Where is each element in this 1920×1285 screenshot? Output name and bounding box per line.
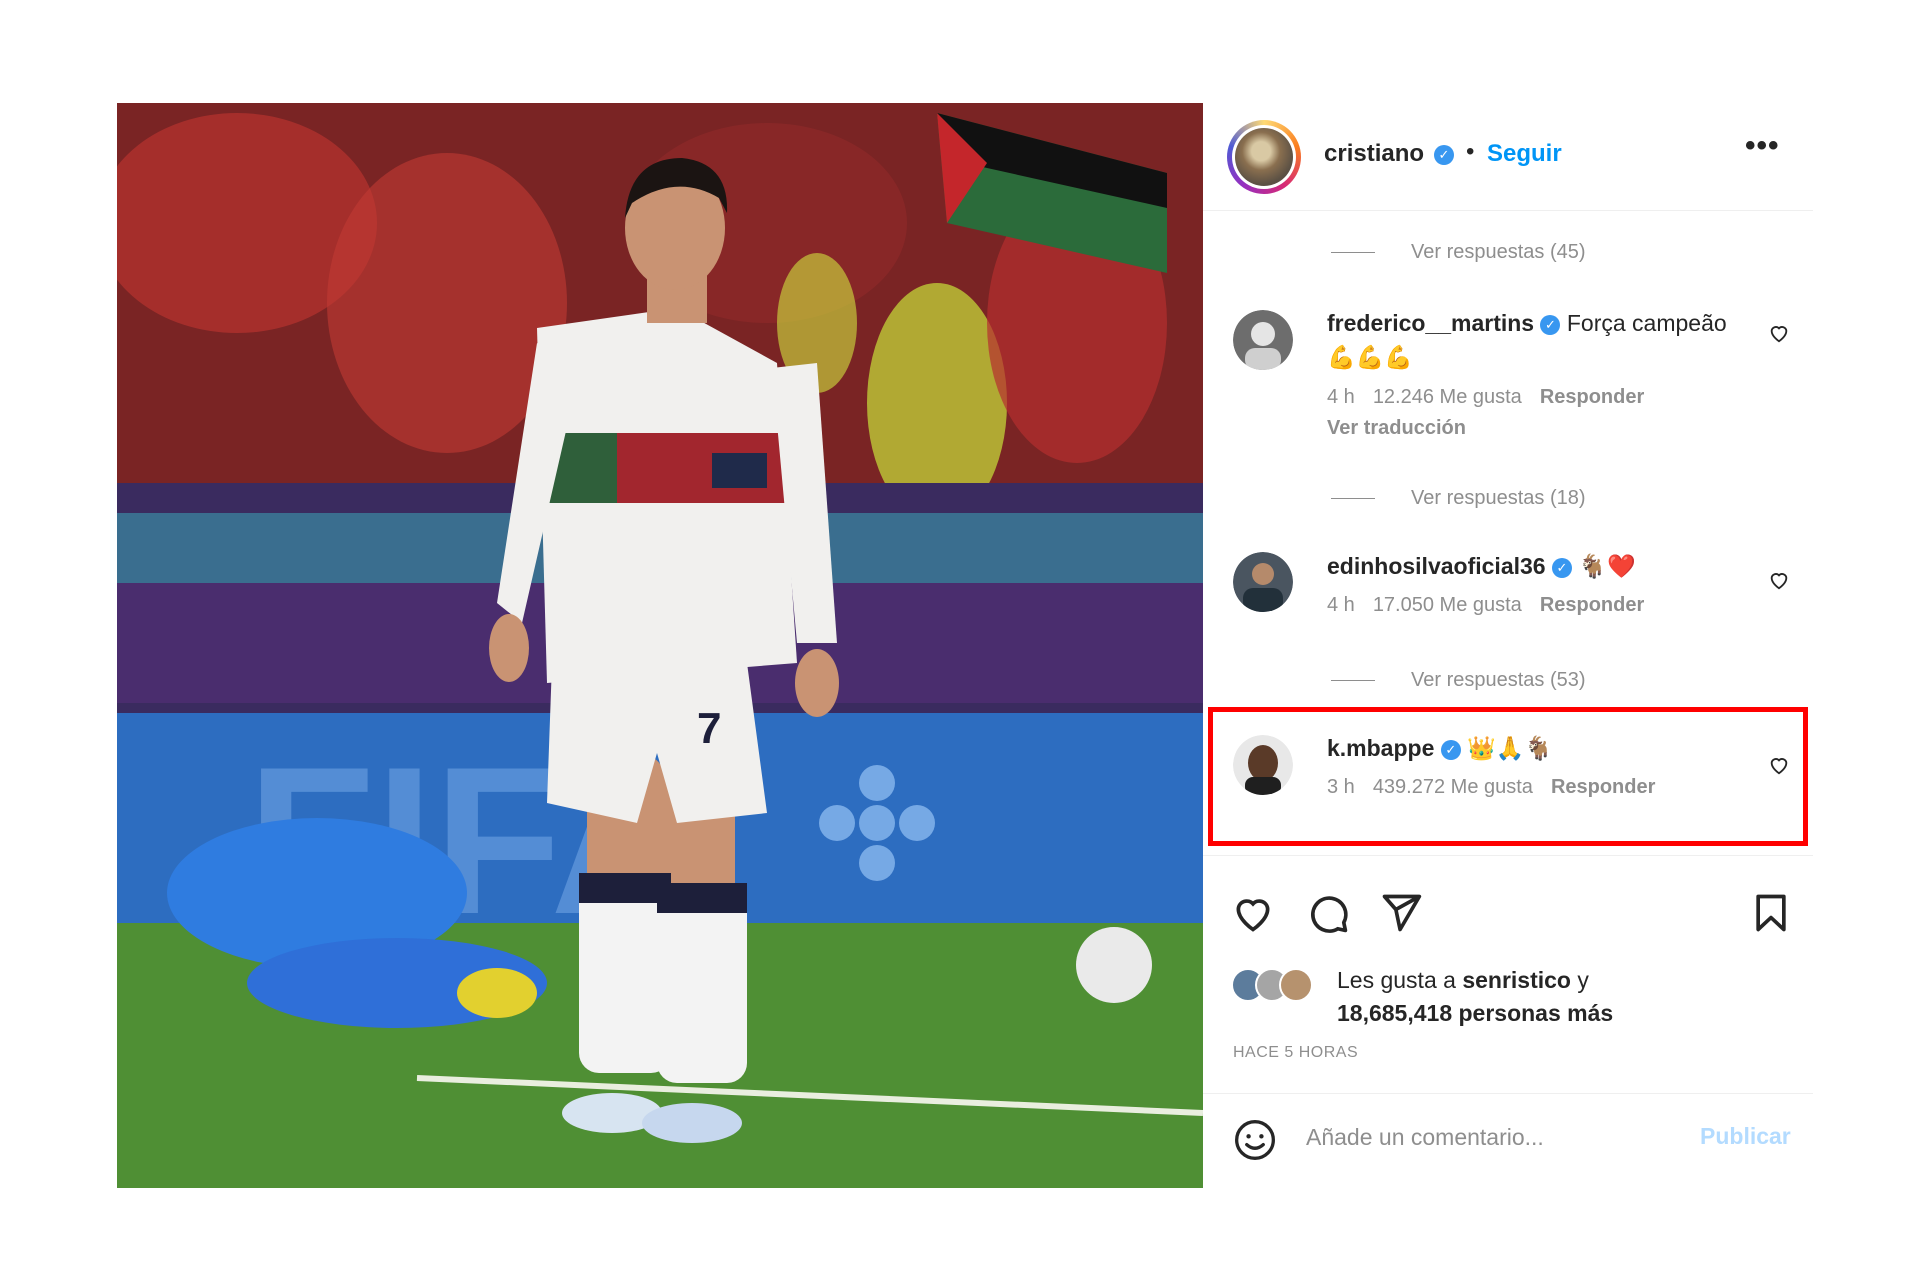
commenter-avatar[interactable]: [1233, 552, 1293, 612]
verified-badge-icon: ✓: [1540, 314, 1561, 335]
save-bookmark-icon[interactable]: [1749, 891, 1793, 935]
verified-badge-icon: ✓: [1551, 557, 1572, 578]
commenter-username[interactable]: frederico__martins: [1327, 310, 1534, 336]
author-avatar[interactable]: [1227, 120, 1301, 194]
liker-avatar[interactable]: [1279, 968, 1313, 1002]
highlight-box: [1208, 707, 1808, 846]
post-timestamp[interactable]: HACE 5 HORAS: [1233, 1044, 1358, 1062]
share-send-icon[interactable]: [1379, 891, 1423, 935]
comment-likes[interactable]: 17.050 Me gusta: [1373, 594, 1522, 616]
comment-input[interactable]: [1306, 1117, 1666, 1157]
emoji-picker-icon[interactable]: [1233, 1118, 1277, 1162]
svg-text:7: 7: [697, 704, 721, 753]
separator-dot: •: [1466, 138, 1475, 165]
follow-button[interactable]: Seguir: [1487, 140, 1562, 168]
comment-composer: Publicar: [1203, 1093, 1813, 1188]
like-heart-icon[interactable]: [1231, 891, 1275, 935]
replies-line: [1331, 252, 1375, 254]
likes-summary: Les gusta a senristico y 18,685,418 pers…: [1337, 967, 1614, 1026]
commenter-avatar[interactable]: [1233, 310, 1293, 370]
author-username[interactable]: cristiano: [1324, 140, 1424, 168]
comment-time: 4 h: [1327, 594, 1355, 616]
comment-like-heart-icon[interactable]: [1768, 569, 1790, 591]
view-replies-button[interactable]: Ver respuestas (53): [1331, 669, 1586, 692]
verified-badge-icon: ✓: [1434, 145, 1454, 165]
publish-button[interactable]: Publicar: [1700, 1123, 1791, 1150]
view-replies-button[interactable]: Ver respuestas (45): [1331, 241, 1586, 264]
replies-line: [1331, 680, 1375, 682]
more-options-icon[interactable]: •••: [1745, 129, 1780, 163]
liker-username[interactable]: senristico: [1462, 967, 1571, 993]
comment-likes[interactable]: 12.246 Me gusta: [1373, 386, 1522, 408]
reply-button[interactable]: Responder: [1540, 594, 1644, 616]
post-photo: FIFA 7: [117, 103, 1203, 1188]
comment-like-heart-icon[interactable]: [1768, 322, 1790, 344]
commenter-username[interactable]: edinhosilvaoficial36: [1327, 553, 1546, 579]
post-header: cristiano ✓ • Seguir •••: [1203, 103, 1813, 211]
comment-emoji: 💪💪💪: [1327, 344, 1413, 370]
comment-bubble-icon[interactable]: [1306, 891, 1350, 935]
comment-text: Força campeão: [1566, 310, 1727, 336]
likes-count[interactable]: 18,685,418 personas más: [1337, 1000, 1613, 1026]
comment-time: 4 h: [1327, 386, 1355, 408]
view-replies-button[interactable]: Ver respuestas (18): [1331, 487, 1586, 510]
comment-emoji: 🐐❤️: [1578, 553, 1636, 579]
replies-line: [1331, 498, 1375, 500]
post-side-panel: cristiano ✓ • Seguir ••• Ver respuestas …: [1203, 103, 1813, 1188]
see-translation-button[interactable]: Ver traducción: [1327, 417, 1466, 440]
reply-button[interactable]: Responder: [1540, 386, 1644, 408]
